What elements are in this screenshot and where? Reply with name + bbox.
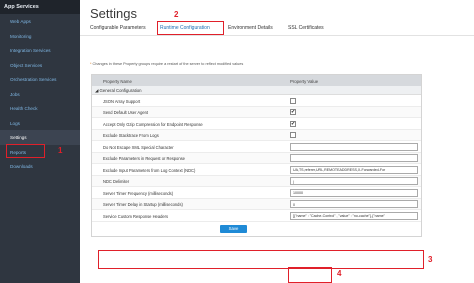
property-value-input[interactable]: 10000 <box>290 188 418 197</box>
property-checkbox[interactable] <box>290 132 296 138</box>
sidebar-item-jobs[interactable]: Jobs <box>0 87 80 102</box>
sidebar-item-monitoring[interactable]: Monitoring <box>0 29 80 44</box>
save-button[interactable]: Save <box>220 224 247 233</box>
page-title: Settings <box>90 6 137 21</box>
sidebar: App Services Web Apps Monitoring Integra… <box>0 0 80 283</box>
annotation-number-4: 4 <box>337 269 342 278</box>
property-name: Accept Only Gzip Compression for Endpoin… <box>103 121 203 127</box>
annotation-box-settings <box>6 144 45 158</box>
table-row: NDC Delimiter | <box>92 175 421 187</box>
annotation-number-1: 1 <box>58 146 63 155</box>
property-name: Server Timer Delay in Startup (milliseco… <box>103 202 183 207</box>
property-value-input[interactable]: [{"name" : "Cache-Control" , "value" : "… <box>290 211 418 220</box>
column-header-value: Property Value <box>290 78 319 84</box>
property-checkbox[interactable] <box>290 97 296 104</box>
sidebar-item-object-services[interactable]: Object Services <box>0 58 80 73</box>
annotation-number-2: 2 <box>174 10 179 19</box>
tab-divider <box>80 35 474 36</box>
property-checkbox[interactable]: ✔ <box>290 120 296 127</box>
property-name: Exclude Parameters in Request or Respons… <box>103 156 185 161</box>
property-value-input[interactable] <box>290 154 418 162</box>
property-name: Service Custom Response Headers <box>103 213 169 219</box>
required-star: * <box>90 62 92 66</box>
property-name: Send Default User Agent <box>103 110 149 115</box>
main-content: Settings Configurable Parameters Runtime… <box>80 0 474 283</box>
table-row: Do Not Escape XML Special Character <box>92 141 421 153</box>
table-row: Send Default User Agent ✔ <box>92 106 421 118</box>
property-name: Exclude Input Parameters from Log Contex… <box>103 167 196 173</box>
property-name: Server Timer Frequency (milliseconds) <box>103 190 174 196</box>
restart-notice-text: Changes in these Property groups require… <box>92 62 244 66</box>
sidebar-item-settings[interactable]: Settings <box>0 130 80 145</box>
property-value-input[interactable]: | <box>290 177 418 185</box>
property-value-input[interactable]: UA,TS,referer,URL,REMOTEADDRESS,X-Forwar… <box>290 165 418 174</box>
table-row: Server Timer Delay in Startup (milliseco… <box>92 198 421 210</box>
table-rows: JSON Array Support Send Default User Agen… <box>92 95 421 222</box>
property-name: Exclude Stacktrace From Logs <box>103 133 159 138</box>
annotation-box-runtime-tab <box>157 21 224 35</box>
sidebar-item-web-apps[interactable]: Web Apps <box>0 14 80 29</box>
property-value-input[interactable]: 0 <box>290 200 418 208</box>
table-row: Exclude Parameters in Request or Respons… <box>92 152 421 164</box>
sidebar-item-downloads[interactable]: Downloads <box>0 159 80 174</box>
property-value-input[interactable] <box>290 142 418 151</box>
column-header-name: Property Name <box>103 78 132 84</box>
property-name: JSON Array Support <box>103 98 141 104</box>
table-row: Exclude Input Parameters from Log Contex… <box>92 164 421 176</box>
sidebar-item-orchestration-services[interactable]: Orchestration Services <box>0 72 80 87</box>
tab-ssl-certificates[interactable]: SSL Certificates <box>288 25 324 31</box>
tab-environment-details[interactable]: Environment Details <box>228 25 273 31</box>
sidebar-item-integration-services[interactable]: Integration Services <box>0 43 80 58</box>
restart-notice: * Changes in these Property groups requi… <box>90 62 243 66</box>
table-row: Accept Only Gzip Compression for Endpoin… <box>92 118 421 130</box>
table-header: Property Name Property Value <box>92 75 421 86</box>
group-general-configuration[interactable]: ◢ General Configuration <box>92 86 421 95</box>
annotation-number-3: 3 <box>428 255 433 264</box>
property-name: NDC Delimiter <box>103 179 130 184</box>
save-row: Save <box>92 222 421 236</box>
table-row: Service Custom Response Headers [{"name" … <box>92 210 421 222</box>
property-name: Do Not Escape XML Special Character <box>103 144 174 150</box>
properties-table: Property Name Property Value ◢ General C… <box>91 74 422 237</box>
sidebar-item-logs[interactable]: Logs <box>0 116 80 131</box>
table-row: Exclude Stacktrace From Logs <box>92 129 421 141</box>
collapse-triangle-icon[interactable]: ◢ <box>95 88 98 93</box>
table-row: JSON Array Support <box>92 95 421 107</box>
property-checkbox[interactable]: ✔ <box>290 109 296 115</box>
table-row: Server Timer Frequency (milliseconds) 100… <box>92 187 421 199</box>
tab-configurable-parameters[interactable]: Configurable Parameters <box>90 25 146 31</box>
group-label: General Configuration <box>99 88 142 94</box>
sidebar-header: App Services <box>0 0 80 14</box>
annotation-box-custom-headers <box>98 250 424 269</box>
annotation-box-save <box>288 267 332 283</box>
sidebar-item-health-check[interactable]: Health Check <box>0 101 80 116</box>
